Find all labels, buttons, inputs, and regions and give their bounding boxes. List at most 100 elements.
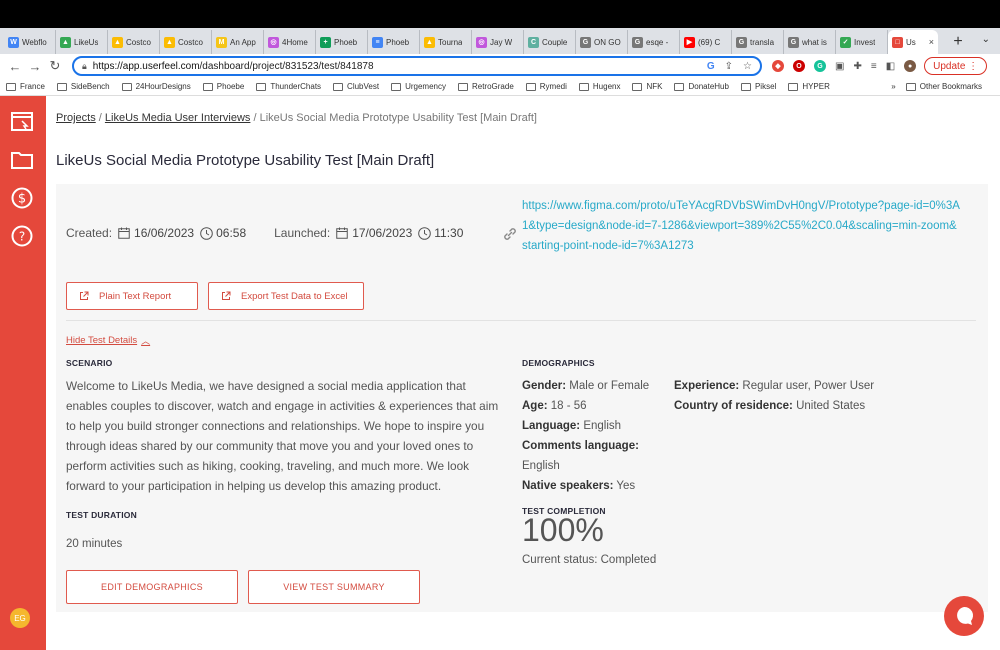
tab-label: Costco <box>178 37 203 47</box>
tab-label: Couple <box>542 37 568 47</box>
country-row: Country of residence: United States <box>674 396 974 416</box>
gender-value: Male or Female <box>569 380 650 392</box>
user-avatar[interactable]: EG <box>10 608 30 628</box>
clock-icon <box>200 226 213 240</box>
hide-test-details-link[interactable]: Hide Test Details ︿ <box>66 334 150 347</box>
browser-tab[interactable]: □ Us × <box>888 30 938 54</box>
browser-tab[interactable]: Gwhat is <box>784 30 836 54</box>
shield-extension-icon[interactable]: ◆ <box>772 60 784 72</box>
folder-icon <box>578 82 589 91</box>
browser-tab[interactable]: Gtransla <box>732 30 784 54</box>
launched-date-text: 17/06/2023 <box>352 226 413 240</box>
tab-label: esqe - <box>646 37 669 47</box>
bookmark-item[interactable]: Hugenx <box>578 82 620 91</box>
chevron-up-icon: ︿ <box>141 336 151 346</box>
tab-favicon-icon: ▲ <box>112 36 123 48</box>
bookmark-item[interactable]: SideBench <box>56 82 110 91</box>
browser-tab[interactable]: ▲ Tourna <box>420 30 472 54</box>
help-icon[interactable]: ? <box>10 224 34 248</box>
bookmark-star-icon[interactable]: ☆ <box>743 61 752 72</box>
grammarly-extension-icon[interactable]: G <box>814 60 826 72</box>
opera-extension-icon[interactable]: O <box>793 60 805 72</box>
browser-tab[interactable]: C Couple <box>524 30 576 54</box>
update-label: Update <box>933 60 966 72</box>
tab-search-icon[interactable]: ⌄ <box>982 34 990 45</box>
bookmark-item[interactable]: ThunderChats <box>256 82 321 91</box>
browser-tab[interactable]: Gesqe - <box>628 30 680 54</box>
profile-avatar-icon[interactable]: ● <box>904 60 917 72</box>
puzzle-icon[interactable]: ✚ <box>853 61 861 72</box>
tab-favicon-icon: + <box>320 36 331 48</box>
experience-value: Regular user, Power User <box>742 380 875 392</box>
breadcrumb-projects-link[interactable]: Projects <box>56 112 96 124</box>
other-bookmarks[interactable]: Other Bookmarks <box>905 82 982 91</box>
dollar-icon[interactable]: $ <box>10 186 34 210</box>
breadcrumb-project-link[interactable]: LikeUs Media User Interviews <box>105 112 251 124</box>
scenario-text: Welcome to LikeUs Media, we have designe… <box>66 379 499 493</box>
reload-icon[interactable]: ↻ <box>46 57 64 75</box>
bookmark-item[interactable]: Urgemency <box>391 82 446 91</box>
browser-tab[interactable]: M An App <box>212 30 264 54</box>
chat-button[interactable] <box>944 596 984 636</box>
browser-tab[interactable]: G ON GO <box>576 30 628 54</box>
hide-details-label: Hide Test Details <box>66 335 138 346</box>
folder-icon[interactable] <box>10 148 34 172</box>
dashboard-icon[interactable] <box>10 110 34 134</box>
prototype-link[interactable]: https://www.figma.com/proto/uTeYAcgRDVbS… <box>522 196 962 256</box>
plain-text-report-button[interactable]: Plain Text Report <box>66 282 198 310</box>
browser-tab[interactable]: ▲ Costco <box>160 30 212 54</box>
browser-tab[interactable]: W Webflo <box>4 30 56 54</box>
demographics-heading: DEMOGRAPHICS <box>522 358 595 368</box>
share-icon[interactable]: ⇪ <box>725 61 733 72</box>
url-text[interactable]: https://app.userfeel.com/dashboard/proje… <box>93 61 707 72</box>
browser-tab[interactable]: ≡ Phoeb <box>368 30 420 54</box>
language-value: English <box>583 420 622 432</box>
reading-list-icon[interactable]: ≡ <box>871 61 877 72</box>
main-content: Projects / LikeUs Media User Interviews … <box>46 96 1000 650</box>
bookmark-item[interactable]: RetroGrade <box>457 82 514 91</box>
bookmark-item[interactable]: DonateHub <box>674 82 729 91</box>
browser-tab[interactable]: ◎ Jay W <box>472 30 524 54</box>
browser-tab[interactable]: ✓ Invest <box>836 30 888 54</box>
view-test-summary-button[interactable]: VIEW TEST SUMMARY <box>248 570 420 604</box>
side-panel-icon[interactable]: ◧ <box>886 61 895 72</box>
back-arrow-icon[interactable]: ← <box>6 57 24 75</box>
bookmark-item[interactable]: Piksel <box>740 82 776 91</box>
browser-tab[interactable]: ▲ Costco <box>108 30 160 54</box>
folder-icon <box>121 82 132 91</box>
tab-close-icon[interactable]: × <box>929 37 934 47</box>
bookmark-item[interactable]: HYPER <box>788 82 830 91</box>
bookmark-item[interactable]: ClubVest <box>333 82 379 91</box>
bookmark-item[interactable]: Phoebe <box>202 82 244 91</box>
edit-demographics-button[interactable]: EDIT DEMOGRAPHICS <box>66 570 238 604</box>
launched-label: Launched: <box>274 226 331 240</box>
tab-label: An App <box>230 37 256 47</box>
bookmark-item[interactable]: 24HourDesigns <box>121 82 191 91</box>
tab-favicon-icon: G <box>788 36 799 48</box>
update-button[interactable]: Update ⋮ <box>924 57 988 75</box>
browser-tab[interactable]: ▶ (69) C <box>680 30 732 54</box>
tab-label: Tourna <box>438 37 463 47</box>
browser-tab[interactable]: ▲ LikeUs <box>56 30 108 54</box>
bookmark-item[interactable]: France <box>6 82 45 91</box>
folder-icon <box>632 82 643 91</box>
bookmark-item[interactable]: Rymedi <box>525 82 567 91</box>
browser-tab[interactable]: ◎ 4Home <box>264 30 316 54</box>
external-link-icon <box>80 291 89 300</box>
bookmarks-overflow-icon[interactable]: » <box>891 82 895 91</box>
export-excel-button[interactable]: Export Test Data to Excel <box>208 282 364 310</box>
folder-icon <box>788 82 799 91</box>
new-tab-button[interactable]: + <box>946 30 970 54</box>
address-bar[interactable]: 🔒︎ https://app.userfeel.com/dashboard/pr… <box>72 56 762 76</box>
folder-icon <box>740 82 751 91</box>
duration-heading: TEST DURATION <box>66 510 137 520</box>
extension-icon[interactable]: ▣ <box>835 61 844 72</box>
browser-tab[interactable]: + Phoeb <box>316 30 368 54</box>
comments-language-value: English <box>522 460 560 472</box>
google-icon[interactable]: G <box>707 61 715 72</box>
forward-arrow-icon[interactable]: → <box>26 57 44 75</box>
bookmark-item[interactable]: NFK <box>632 82 662 91</box>
chat-bubble-icon <box>957 606 974 625</box>
tab-label: Phoeb <box>334 37 358 47</box>
browser-toolbar: ← → ↻ 🔒︎ https://app.userfeel.com/dashbo… <box>0 54 1000 78</box>
